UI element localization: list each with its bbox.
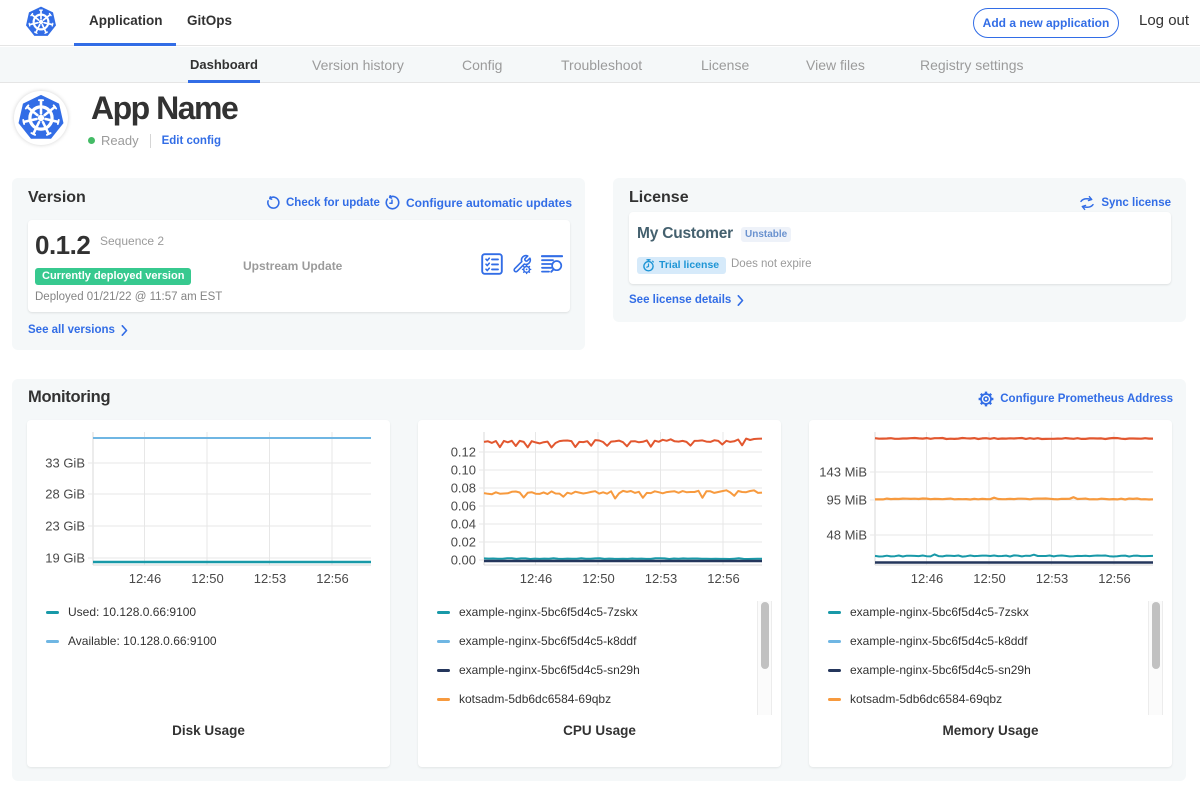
svg-text:12:53: 12:53: [254, 571, 287, 586]
svg-text:33 GiB: 33 GiB: [45, 456, 85, 471]
svg-text:0.08: 0.08: [451, 481, 476, 496]
svg-text:0.10: 0.10: [451, 463, 476, 478]
svg-text:12:53: 12:53: [645, 571, 678, 586]
svg-text:19 GiB: 19 GiB: [45, 551, 85, 566]
svg-text:12:50: 12:50: [973, 571, 1006, 586]
svg-text:12:56: 12:56: [1098, 571, 1131, 586]
svg-text:12:50: 12:50: [191, 571, 224, 586]
svg-text:12:56: 12:56: [316, 571, 349, 586]
svg-text:12:50: 12:50: [582, 571, 615, 586]
svg-text:95 MiB: 95 MiB: [827, 493, 867, 508]
svg-text:28 GiB: 28 GiB: [45, 487, 85, 502]
svg-text:143 MiB: 143 MiB: [819, 465, 867, 480]
svg-text:12:56: 12:56: [707, 571, 740, 586]
svg-text:0.00: 0.00: [451, 553, 476, 568]
svg-text:12:46: 12:46: [129, 571, 162, 586]
svg-text:0.12: 0.12: [451, 445, 476, 460]
svg-text:0.02: 0.02: [451, 535, 476, 550]
svg-text:12:46: 12:46: [911, 571, 944, 586]
svg-text:0.06: 0.06: [451, 499, 476, 514]
svg-text:12:46: 12:46: [520, 571, 553, 586]
svg-text:0.04: 0.04: [451, 517, 476, 532]
svg-text:48 MiB: 48 MiB: [827, 528, 867, 543]
svg-text:23 GiB: 23 GiB: [45, 519, 85, 534]
svg-text:12:53: 12:53: [1036, 571, 1069, 586]
